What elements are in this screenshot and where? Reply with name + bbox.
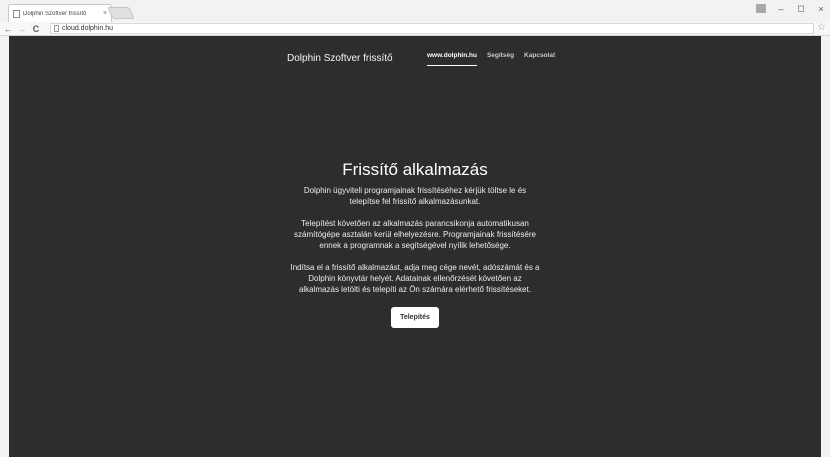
page-title: Frissítő alkalmazás [342,160,488,179]
browser-window: Dolphin Szoftver frissítő × – ◻ × ← → C … [0,0,830,457]
address-bar[interactable]: cloud.dolphin.hu [50,23,814,34]
text-line: Dolphin könyvtár helyét. Adatainak ellen… [308,274,522,283]
page-icon [13,9,20,18]
usage-paragraph: Indítsa el a frissítő alkalmazást, adja … [9,262,821,295]
text-line: alkalmazás letölti és telepíti az Ön szá… [298,285,532,294]
maximize-button[interactable]: ◻ [796,3,806,14]
close-window-button[interactable]: × [816,4,826,14]
forward-button[interactable]: → [16,24,28,34]
text-line: ennek a programnak a segítségével nyílik… [319,241,511,250]
page-content: Dolphin Szoftver frissítő www.dolphin.hu… [9,36,821,457]
nav-link-help[interactable]: Segítség [487,52,514,66]
nav-link-contact[interactable]: Kapcsolat [524,52,555,66]
text-line: Indítsa el a frissítő alkalmazást, adja … [290,263,540,272]
page-icon [54,25,59,32]
text-line: Telepítést követően az alkalmazás paranc… [301,219,529,228]
nav-link-home[interactable]: www.dolphin.hu [427,52,477,66]
site-nav-links: www.dolphin.hu Segítség Kapcsolat [427,52,555,66]
tab-title: Dolphin Szoftver frissítő [23,10,87,17]
intro-paragraph: Dolphin ügyviteli programjainak frissíté… [9,185,821,207]
minimize-button[interactable]: – [776,4,786,14]
back-button[interactable]: ← [2,24,14,34]
tab-strip: Dolphin Szoftver frissítő × – ◻ × [0,0,830,22]
install-info-paragraph: Telepítést követően az alkalmazás paranc… [9,218,821,251]
profile-icon[interactable] [756,4,766,13]
tab-close-icon[interactable]: × [103,10,107,17]
text-line: telepítse fel frissítő alkalmazásunkat. [349,197,481,206]
bookmark-star-icon[interactable]: ☆ [817,22,826,33]
site-brand[interactable]: Dolphin Szoftver frissítő [287,53,393,64]
text-line: számítógépe asztalán kerül elhelyezésre.… [294,230,536,239]
window-controls: – ◻ × [756,3,826,14]
site-header: Dolphin Szoftver frissítő www.dolphin.hu… [9,48,821,72]
browser-toolbar: ← → C cloud.dolphin.hu ☆ [0,22,830,36]
text-line: Dolphin ügyviteli programjainak frissíté… [303,186,527,195]
new-tab-button[interactable] [107,7,135,19]
reload-button[interactable]: C [30,24,42,34]
main-cover: Frissítő alkalmazás Dolphin ügyviteli pr… [9,160,821,328]
browser-tab[interactable]: Dolphin Szoftver frissítő × [8,4,112,22]
install-button[interactable]: Telepítés [391,307,439,328]
url-text: cloud.dolphin.hu [62,25,113,32]
